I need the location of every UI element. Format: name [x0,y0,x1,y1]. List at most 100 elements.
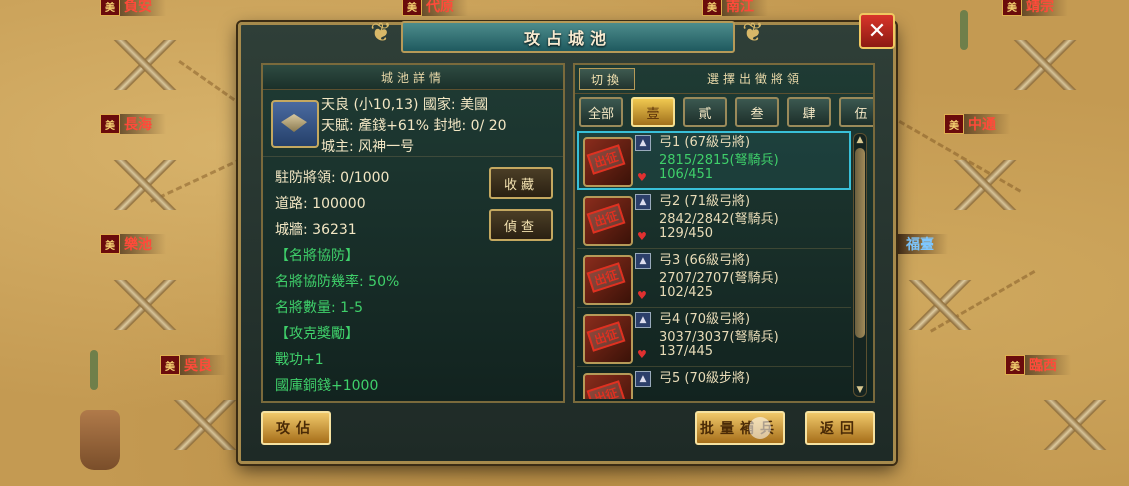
tab-team-4[interactable]: 肆 [787,97,831,127]
city-fort[interactable] [100,160,190,210]
city-name: 代原 [426,0,454,15]
general-row[interactable]: 出征 ▲ ♥ 弓2 (71級弓將) 2842/2842(弩騎兵) 129/450 [577,190,851,249]
general-troops: 2815/2815(弩騎兵) [659,153,779,168]
heart-icon: ♥ [637,230,647,243]
city-name: 靖宗 [1026,0,1054,15]
archer-type-icon: ▲ [635,312,651,328]
capture-city-dialog: ❦ 攻占城池 ❦ ✕ 城池詳情 天良 (小10,13) 國家: 美國 天賦: 產… [238,13,896,464]
city-label[interactable]: 美 中通 [944,114,1010,134]
general-list-scrollbar[interactable]: ▲ ▼ [853,133,867,397]
city-fort[interactable] [160,400,250,450]
tab-team-3[interactable]: 叁 [735,97,779,127]
tab-team-2[interactable]: 貳 [683,97,727,127]
team-tabs: 全部 壹 貳 叁 肆 伍 [579,97,873,127]
dialog-title: 攻占城池 [523,29,612,48]
general-avatar: 出征 [583,196,633,246]
tab-all[interactable]: 全部 [579,97,623,127]
general-select-panel: 切換 選擇出徵將領 全部 壹 貳 叁 肆 伍 出征 ▲ ♥ 弓1 (67級弓將)… [573,63,875,403]
city-name: 臨西 [1029,358,1057,374]
city-label[interactable]: 美 負安 [100,0,166,16]
general-name: 弓2 (71級弓將) [659,194,751,209]
close-icon: ✕ [867,18,887,44]
city-label[interactable]: 美 樂池 [100,234,166,254]
city-label[interactable]: 美 靖宗 [1002,0,1068,16]
panel-header: 城池詳情 [263,65,563,90]
city-name: 中通 [968,117,996,133]
general-troops: 3037/3037(弩騎兵) [659,330,779,345]
section-famous-defense: 【名將協防】 [275,248,359,264]
reward-merit: 戰功+1 [275,352,324,368]
general-energy: 102/425 [659,285,714,300]
switch-button[interactable]: 切換 [579,68,635,90]
general-energy: 137/445 [659,344,714,359]
cactus-icon [90,350,98,390]
deployed-stamp: 出征 [586,144,626,175]
back-button[interactable]: 返回 [805,411,875,445]
cactus-icon [960,10,968,50]
city-label[interactable]: 美 吳良 [160,355,226,375]
city-fort[interactable] [940,160,1030,210]
city-name: 長海 [124,117,152,133]
touch-indicator [749,417,771,439]
country-flag-icon: 美 [1002,0,1022,16]
deployed-stamp: 出征 [586,203,626,234]
city-label[interactable]: 福臺 [892,234,948,254]
heart-icon: ♥ [637,289,647,302]
general-avatar: 出征 [583,137,633,187]
batch-replenish-button[interactable]: 批量補兵 [695,411,785,445]
collect-button[interactable]: 收藏 [489,167,553,199]
archer-type-icon: ▲ [635,135,651,151]
city-name: 吳良 [184,358,212,374]
general-row[interactable]: 出征 ▲ ♥ 弓3 (66級弓將) 2707/2707(弩騎兵) 102/425 [577,249,851,308]
city-name: 負安 [124,0,152,15]
general-name: 弓4 (70級弓將) [659,312,751,327]
general-row[interactable]: 出征 ▲ ♥ 弓1 (67級弓將) 2815/2815(弩騎兵) 106/451 [577,131,851,190]
general-name: 弓1 (67級弓將) [659,135,751,150]
general-row[interactable]: 出征 ▲ 弓5 (70級步將) [577,367,851,399]
city-fort[interactable] [100,40,190,90]
panel-title: 選擇出徵將領 [706,72,803,86]
stat-general-count: 名將數量: 1-5 [275,300,364,316]
stat-defense-chance: 名將協防幾率: 50% [275,274,400,290]
general-troops: 2707/2707(弩騎兵) [659,271,779,286]
city-label[interactable]: 美 代原 [402,0,468,16]
heart-icon: ♥ [637,348,647,361]
general-row[interactable]: 出征 ▲ ♥ 弓4 (70級弓將) 3037/3037(弩騎兵) 137/445 [577,308,851,367]
rock-pillar [80,410,120,470]
scroll-down-icon[interactable]: ▼ [854,384,866,396]
scroll-thumb[interactable] [855,148,865,338]
city-info: 天良 (小10,13) 國家: 美國 天賦: 產錢+61% 封地: 0/ 20 … [263,90,563,157]
general-name: 弓3 (66級弓將) [659,253,751,268]
city-label[interactable]: 美 長海 [100,114,166,134]
country-flag-icon: 美 [100,0,120,16]
tab-team-1[interactable]: 壹 [631,97,675,127]
scout-button[interactable]: 偵查 [489,209,553,241]
city-icon [271,100,319,148]
tab-team-5[interactable]: 伍 [839,97,873,127]
city-fort[interactable] [1000,40,1090,90]
general-avatar: 出征 [583,314,633,364]
attack-button[interactable]: 攻佔 [261,411,331,445]
city-label[interactable]: 美 南江 [702,0,768,16]
country-flag-icon: 美 [100,114,120,134]
city-label[interactable]: 美 臨西 [1005,355,1071,375]
country-flag-icon: 美 [100,234,120,254]
city-name: 樂池 [124,237,152,253]
city-lord-line: 城主: 风神一号 [321,139,415,155]
general-energy: 129/450 [659,226,714,241]
deployed-stamp: 出征 [586,321,626,352]
city-fort[interactable] [895,280,985,330]
dialog-title-bar: 攻占城池 [401,21,735,53]
country-flag-icon: 美 [702,0,722,16]
country-flag-icon: 美 [944,114,964,134]
city-fort[interactable] [1030,400,1120,450]
city-fort[interactable] [100,280,190,330]
general-avatar: 出征 [583,255,633,305]
city-talent-line: 天賦: 產錢+61% 封地: 0/ 20 [321,118,507,134]
deployed-stamp: 出征 [586,262,626,293]
archer-type-icon: ▲ [635,253,651,269]
country-flag-icon: 美 [402,0,422,16]
general-avatar: 出征 [583,373,633,399]
scroll-up-icon[interactable]: ▲ [854,134,866,146]
close-button[interactable]: ✕ [859,13,895,49]
